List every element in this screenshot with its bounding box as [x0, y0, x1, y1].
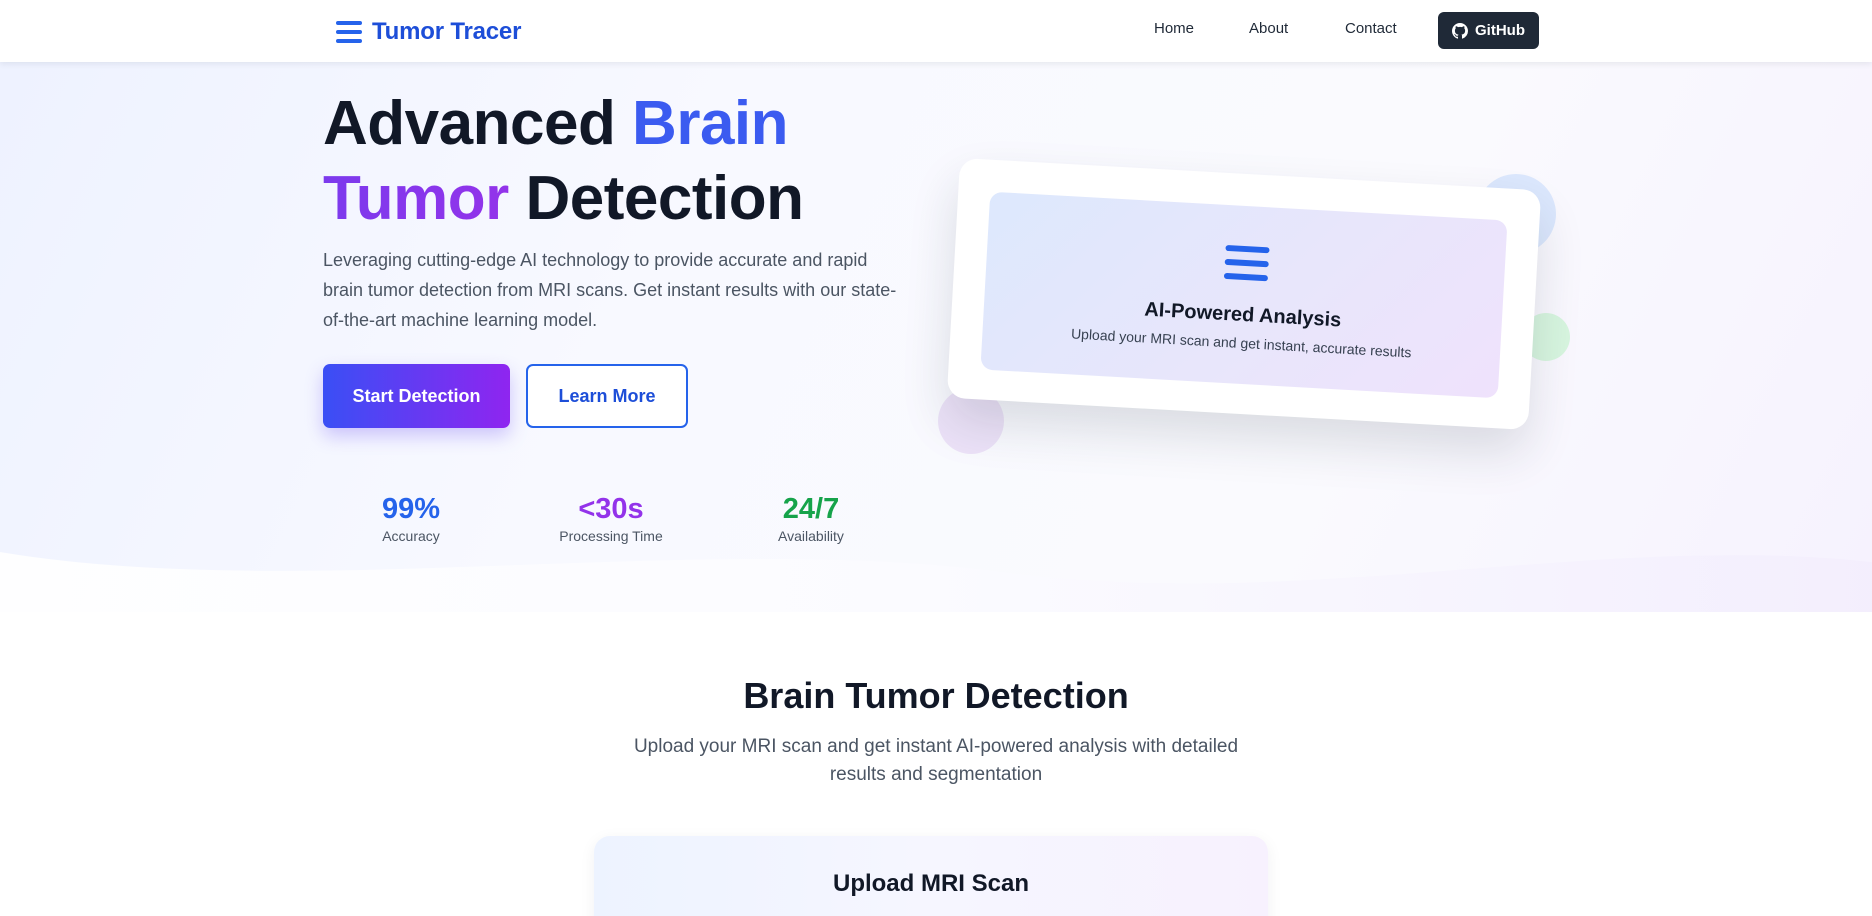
- hero-title-detection: Detection: [508, 164, 804, 233]
- nav-link-about[interactable]: About: [1249, 20, 1288, 37]
- feature-card: AI-Powered Analysis Upload your MRI scan…: [946, 157, 1542, 431]
- stat-availability: 24/7 Availability: [761, 492, 861, 544]
- start-detection-button[interactable]: Start Detection: [323, 364, 510, 428]
- stat-label: Processing Time: [559, 528, 663, 544]
- stat-value: 24/7: [782, 493, 840, 525]
- feature-card-inner: AI-Powered Analysis Upload your MRI scan…: [980, 191, 1508, 399]
- nav-link-contact[interactable]: Contact: [1345, 20, 1397, 37]
- hero-description: Leveraging cutting-edge AI technology to…: [323, 250, 897, 330]
- hero-title-advanced: Advanced: [323, 89, 633, 158]
- learn-more-button[interactable]: Learn More: [526, 364, 688, 428]
- hero-title-tumor: Tumor: [323, 164, 509, 233]
- stat-accuracy: 99% Accuracy: [361, 492, 461, 544]
- github-button[interactable]: GitHub: [1438, 12, 1539, 49]
- upload-card-title: Upload MRI Scan: [832, 870, 1030, 897]
- navbar: Tumor Tracer Home About Contact GitHub: [0, 0, 1872, 62]
- nav-link-home[interactable]: Home: [1154, 20, 1194, 37]
- brand-name: Tumor Tracer: [372, 18, 522, 45]
- hero-wave-decoration: [0, 552, 1872, 612]
- menu-icon: [1223, 244, 1270, 282]
- stat-label: Availability: [778, 528, 844, 544]
- section-title: Brain Tumor Detection: [743, 675, 1129, 716]
- github-label: GitHub: [1475, 22, 1525, 39]
- stat-label: Accuracy: [382, 528, 440, 544]
- hero-title-brain: Brain: [632, 89, 789, 158]
- github-icon: [1452, 22, 1468, 39]
- upload-card: Upload MRI Scan: [594, 836, 1268, 916]
- hero-title: Advanced Brain Tumor Detection: [323, 86, 943, 236]
- stat-value: <30s: [578, 493, 644, 525]
- stat-value: 99%: [381, 493, 441, 525]
- stat-processing-time: <30s Processing Time: [551, 492, 671, 544]
- section-subtitle: Upload your MRI scan and get instant AI-…: [633, 736, 1239, 785]
- hero-section: Advanced Brain Tumor Detection Leveragin…: [0, 62, 1872, 612]
- menu-icon: [336, 21, 362, 43]
- brand-logo-link[interactable]: Tumor Tracer: [336, 16, 521, 48]
